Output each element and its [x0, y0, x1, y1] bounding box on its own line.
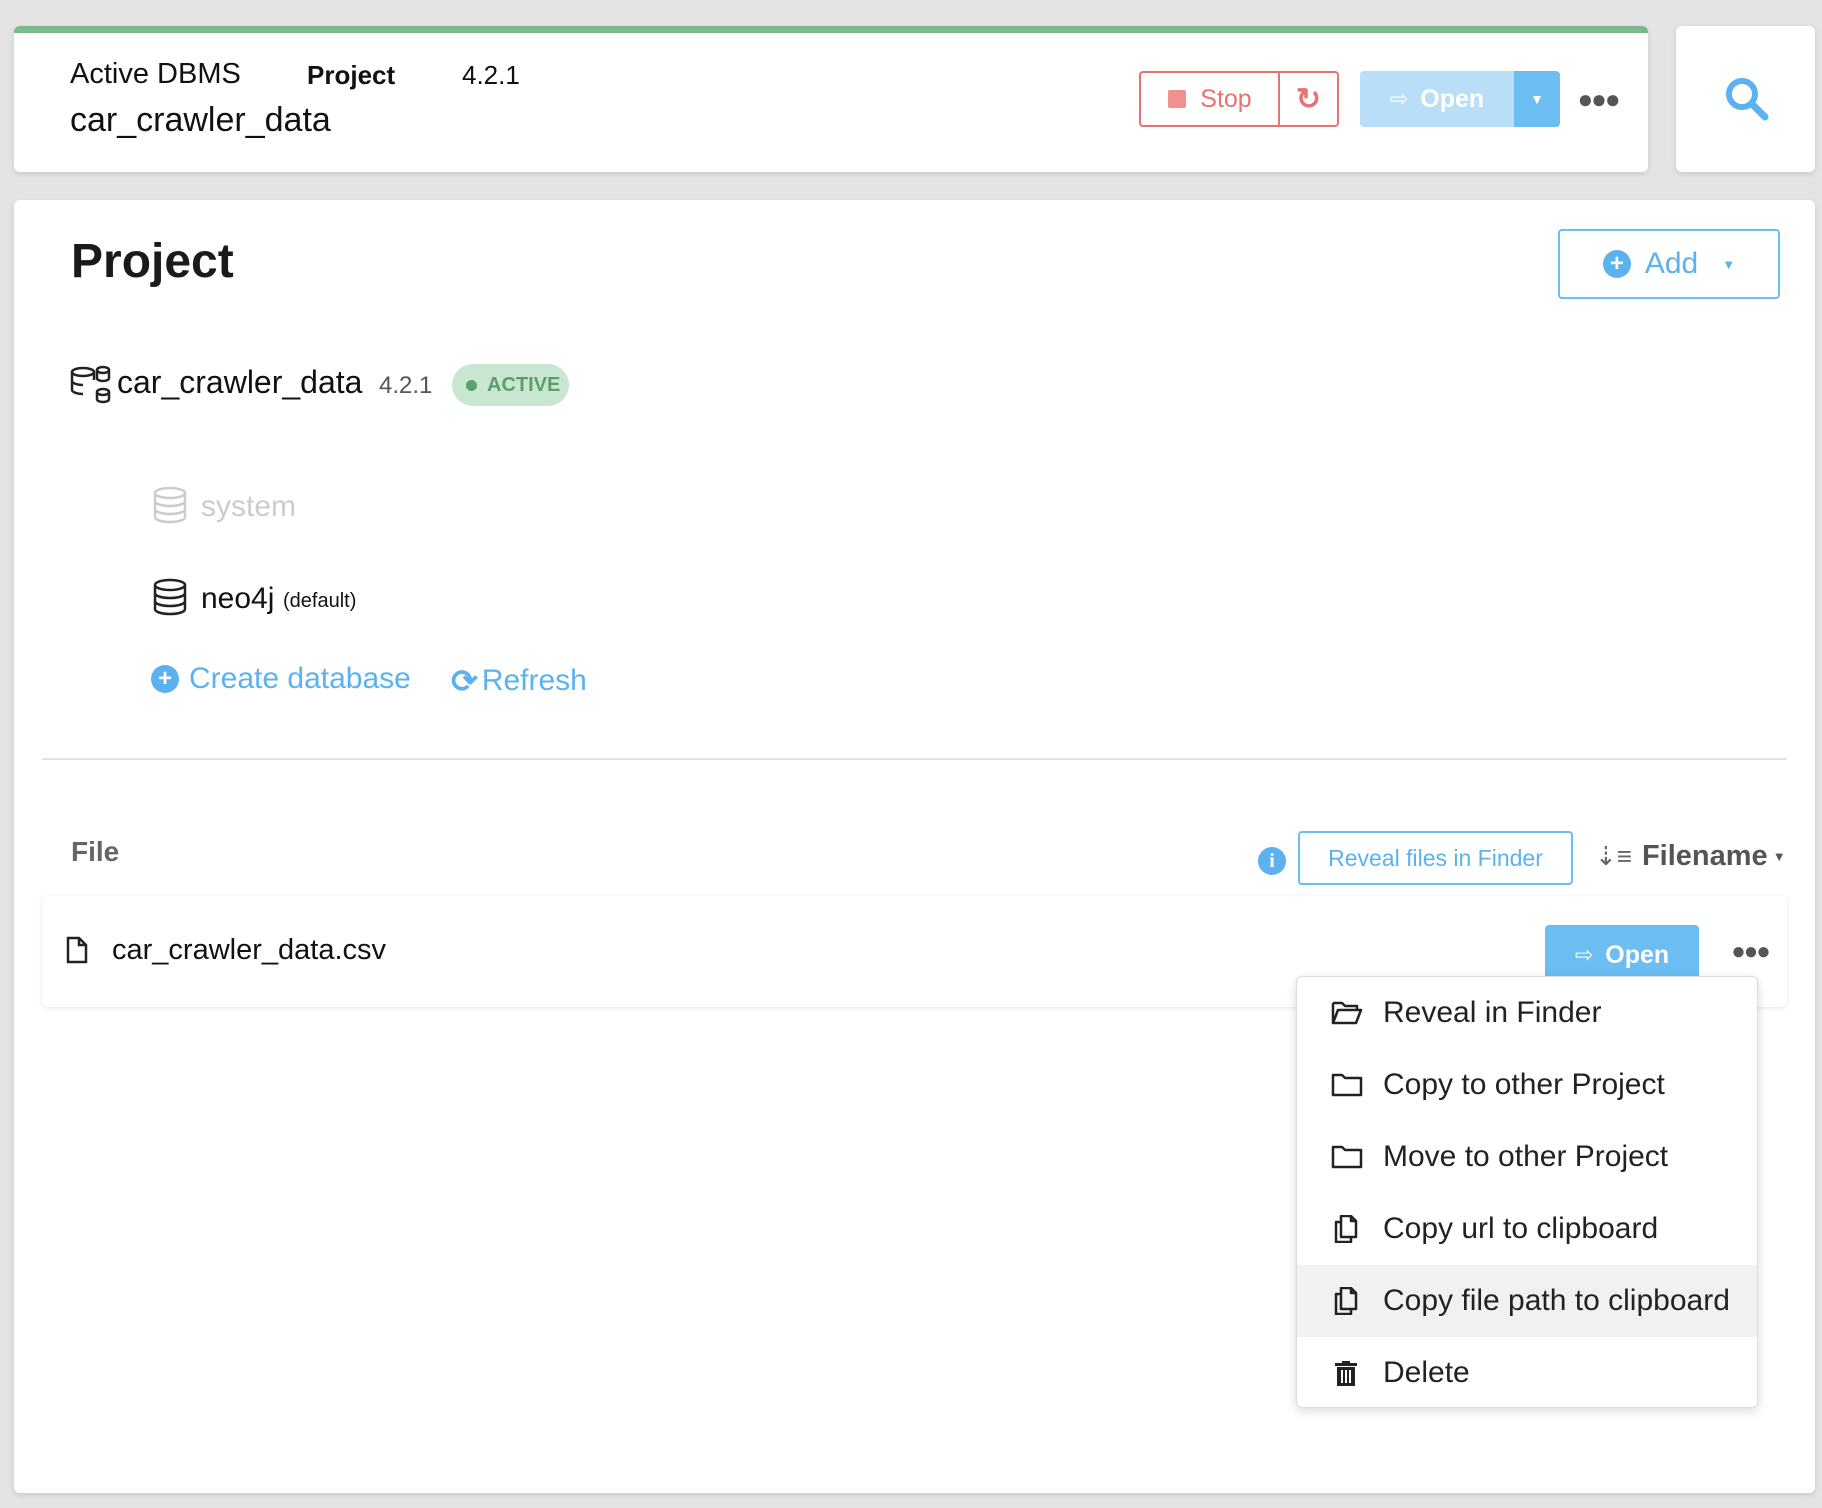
search-button[interactable]	[1676, 26, 1815, 172]
file-name: car_crawler_data.csv	[112, 934, 386, 966]
database-system[interactable]: system	[201, 490, 296, 524]
stop-button[interactable]: Stop	[1139, 71, 1279, 127]
active-badge: ACTIVE	[452, 364, 569, 406]
menu-item-delete[interactable]: Delete	[1297, 1337, 1757, 1409]
stop-icon	[1168, 90, 1187, 108]
menu-item-copy-to-project[interactable]: Copy to other Project	[1297, 1049, 1757, 1121]
file-icon	[66, 936, 88, 964]
folder-icon	[1331, 1073, 1363, 1097]
reveal-files-label: Reveal files in Finder	[1328, 844, 1543, 871]
menu-item-move-to-project[interactable]: Move to other Project	[1297, 1121, 1757, 1193]
open-label: Open	[1605, 940, 1670, 969]
search-icon	[1726, 78, 1769, 121]
sort-dropdown[interactable]: ⇣≡ Filename ▼	[1595, 840, 1786, 873]
copy-icon	[1334, 1287, 1358, 1315]
chevron-down-icon: ▼	[1530, 91, 1544, 107]
caret-down-icon: ▼	[1722, 256, 1736, 272]
menu-item-copy-file-path[interactable]: Copy file path to clipboard	[1297, 1265, 1757, 1337]
sort-icon: ⇣≡	[1595, 841, 1632, 871]
reveal-files-button[interactable]: Reveal files in Finder	[1298, 831, 1573, 885]
open-label: Open	[1420, 84, 1485, 113]
plus-circle-icon: +	[151, 665, 179, 693]
refresh-icon: ⟳	[451, 663, 478, 699]
open-icon: ⇨	[1389, 86, 1409, 111]
refresh-link[interactable]: ⟳ Refresh	[451, 662, 587, 700]
folder-icon	[1331, 1145, 1363, 1169]
dbms-name: car_crawler_data	[70, 101, 331, 139]
status-strip	[14, 26, 1648, 33]
status-dot	[466, 379, 477, 391]
copy-icon	[1334, 1215, 1358, 1243]
menu-item-copy-url[interactable]: Copy url to clipboard	[1297, 1193, 1757, 1265]
caret-down-icon: ▼	[1772, 849, 1786, 864]
file-context-menu: Reveal in Finder Copy to other Project M…	[1296, 976, 1758, 1408]
database-neo4j[interactable]: neo4j	[201, 582, 274, 616]
file-section-label: File	[71, 836, 120, 867]
more-icon: ●●●	[1731, 938, 1770, 965]
database-icon	[153, 486, 187, 524]
refresh-label: Refresh	[481, 664, 587, 697]
menu-item-reveal-in-finder[interactable]: Reveal in Finder	[1297, 977, 1757, 1049]
database-icon	[153, 578, 187, 616]
more-options-button[interactable]: ●●●	[1577, 81, 1620, 117]
restart-icon: ↻	[1295, 82, 1322, 116]
page-title: Project	[71, 235, 234, 288]
divider	[42, 758, 1787, 760]
active-dbms-label: Active DBMS	[70, 58, 241, 90]
stop-label: Stop	[1200, 84, 1252, 113]
plus-circle-icon: +	[1602, 250, 1631, 278]
folder-open-icon	[1331, 1001, 1363, 1025]
project-label: Project	[307, 60, 396, 90]
file-more-button[interactable]: ●●●	[1730, 934, 1770, 970]
open-dropdown-button[interactable]: ▼	[1514, 71, 1560, 127]
active-dbms-bar: Active DBMS Project 4.2.1 car_crawler_da…	[14, 26, 1648, 172]
add-button[interactable]: + Add ▼	[1558, 229, 1780, 299]
open-icon: ⇨	[1574, 942, 1594, 967]
dbms-name[interactable]: car_crawler_data	[117, 364, 362, 401]
create-database-link[interactable]: + Create database	[151, 662, 411, 696]
dbms-icon	[70, 365, 111, 404]
sort-label: Filename	[1641, 840, 1768, 872]
create-database-label: Create database	[189, 662, 411, 695]
more-icon: ●●●	[1577, 83, 1620, 114]
default-note: (default)	[283, 590, 357, 612]
restart-button[interactable]: ↻	[1278, 71, 1339, 127]
version-label: 4.2.1	[462, 60, 520, 90]
open-dbms-button[interactable]: ⇨ Open	[1360, 71, 1514, 127]
add-label: Add	[1644, 247, 1699, 280]
active-label: ACTIVE	[487, 373, 561, 396]
info-icon[interactable]: i	[1258, 847, 1286, 875]
dbms-version: 4.2.1	[379, 372, 433, 399]
trash-icon	[1335, 1361, 1357, 1386]
